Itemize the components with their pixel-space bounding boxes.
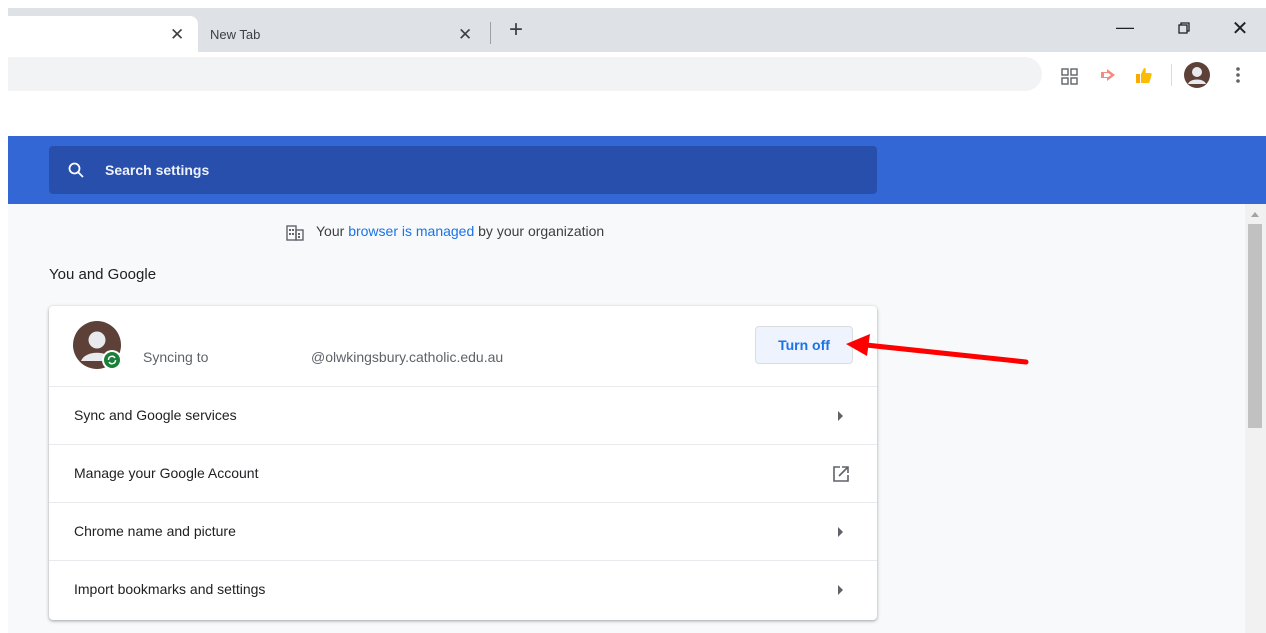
tab-title: New Tab xyxy=(210,27,261,42)
browser-toolbar xyxy=(8,52,1266,98)
search-settings-input[interactable]: Search settings xyxy=(49,146,877,194)
scrollbar[interactable] xyxy=(1245,204,1266,633)
cast-icon[interactable] xyxy=(1098,65,1118,85)
toolbar-divider xyxy=(1171,64,1172,86)
arrow-right-icon xyxy=(838,585,843,595)
sync-account-email: @olwkingsbury.catholic.edu.au xyxy=(311,349,504,365)
tab-new-tab[interactable]: New Tab ✕ xyxy=(198,16,488,52)
arrow-right-icon xyxy=(838,527,843,537)
extensions-grid-icon[interactable] xyxy=(1060,67,1080,87)
tab-strip: ✕ New Tab ✕ + — ✕ xyxy=(8,8,1266,52)
managed-suffix: by your organization xyxy=(474,223,605,239)
settings-content: Your browser is managed by your organiza… xyxy=(8,204,1245,633)
row-label: Import bookmarks and settings xyxy=(74,581,266,597)
account-avatar xyxy=(73,321,122,370)
turn-off-sync-button[interactable]: Turn off xyxy=(755,326,853,364)
settings-header: Search settings xyxy=(8,136,1266,204)
external-link-icon xyxy=(833,466,849,482)
chrome-name-and-picture-row[interactable]: Chrome name and picture xyxy=(49,502,877,560)
browser-managed-link[interactable]: browser is managed xyxy=(348,223,474,239)
row-label: Manage your Google Account xyxy=(74,465,259,481)
building-icon xyxy=(286,225,304,241)
managed-prefix: Your xyxy=(316,223,349,239)
row-label: Sync and Google services xyxy=(74,407,237,423)
profile-avatar-icon[interactable] xyxy=(1184,62,1210,88)
scrollbar-thumb[interactable] xyxy=(1248,224,1262,428)
sync-account-row: Syncing to @olwkingsbury.catholic.edu.au… xyxy=(49,306,877,386)
restore-button[interactable] xyxy=(1163,14,1203,44)
tab-settings[interactable]: ✕ xyxy=(8,16,198,52)
close-tab-icon[interactable]: ✕ xyxy=(458,25,472,45)
close-window-button[interactable]: ✕ xyxy=(1220,14,1260,44)
minimize-button[interactable]: — xyxy=(1105,14,1145,44)
address-bar[interactable] xyxy=(8,57,1042,91)
scroll-up-arrow-icon[interactable] xyxy=(1251,212,1259,217)
tab-divider xyxy=(490,22,491,44)
sync-and-google-services-row[interactable]: Sync and Google services xyxy=(49,386,877,444)
restore-icon xyxy=(1178,22,1190,34)
sync-status-text: Syncing to xyxy=(143,349,209,365)
import-bookmarks-row[interactable]: Import bookmarks and settings xyxy=(49,560,877,620)
search-icon xyxy=(68,162,84,178)
browser-window: ✕ New Tab ✕ + — ✕ Search settings Your b… xyxy=(0,0,1266,633)
section-title: You and Google xyxy=(49,266,157,283)
search-placeholder: Search settings xyxy=(105,162,210,178)
thumbs-up-extension-icon[interactable] xyxy=(1134,65,1154,85)
row-label: Chrome name and picture xyxy=(74,523,236,539)
close-tab-icon[interactable]: ✕ xyxy=(170,25,184,45)
annotation-arrow xyxy=(846,334,1029,365)
more-menu-icon[interactable] xyxy=(1230,64,1246,86)
arrow-right-icon xyxy=(838,411,843,421)
manage-google-account-row[interactable]: Manage your Google Account xyxy=(49,444,877,502)
you-and-google-card: Syncing to @olwkingsbury.catholic.edu.au… xyxy=(49,306,877,620)
new-tab-button[interactable]: + xyxy=(502,17,530,45)
